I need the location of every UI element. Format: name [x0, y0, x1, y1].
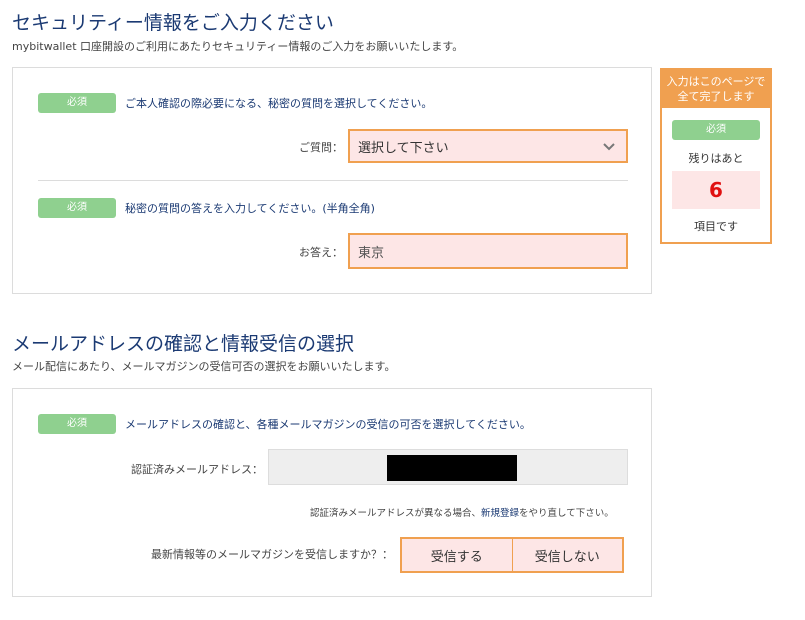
question-label: ご質問：	[299, 141, 343, 154]
newsletter-question: 最新情報等のメールマガジンを受信しますか？：	[151, 548, 393, 561]
verified-email-field	[268, 449, 628, 485]
remaining-suffix: 項目です	[694, 220, 738, 233]
progress-sidebar: 入力はこのページで全て完了します 必須 残りはあと 6 項目です	[660, 68, 772, 244]
email-title: メールアドレスの確認と情報受信の選択	[12, 333, 355, 355]
verified-email-label: 認証済みメールアドレス：	[131, 463, 263, 476]
answer-instruction: 秘密の質問の答えを入力してください。(半角全角)	[125, 202, 375, 215]
secret-question-select-value: 選択して下さい	[358, 140, 449, 156]
email-card: 必須 メールアドレスの確認と、各種メールマガジンの受信の可否を選択してください。…	[12, 388, 652, 597]
redacted-email	[387, 455, 517, 481]
sidebar-header: 入力はこのページで全て完了します	[662, 70, 770, 108]
answer-label: お答え：	[299, 246, 343, 259]
security-title: セキュリティー情報をご入力ください	[12, 12, 334, 34]
decline-newsletter-button[interactable]: 受信しない	[511, 539, 623, 571]
question-instruction: ご本人確認の際必要になる、秘密の質問を選択してください。	[125, 97, 433, 110]
security-card: 必須 ご本人確認の際必要になる、秘密の質問を選択してください。 ご質問： 選択し…	[12, 67, 652, 294]
email-subtitle: メール配信にあたり、メールマガジンの受信可否の選択をお願いいたします。	[12, 360, 396, 373]
security-subtitle: mybitwallet 口座開設のご利用にあたりセキュリティー情報のご入力をお願…	[12, 40, 464, 53]
re-register-note: 認証済みメールアドレスが異なる場合、新規登録をやり直して下さい。	[310, 505, 614, 519]
sidebar-required-badge: 必須	[672, 120, 760, 140]
answer-required-badge: 必須	[38, 198, 116, 218]
remaining-count: 6	[672, 171, 760, 209]
email-required-badge: 必須	[38, 414, 116, 434]
question-required-badge: 必須	[38, 93, 116, 113]
section-divider	[38, 180, 628, 181]
chevron-down-icon	[603, 143, 615, 151]
remaining-label: 残りはあと	[688, 152, 744, 165]
secret-answer-input[interactable]: 東京	[348, 233, 628, 269]
secret-answer-value: 東京	[358, 245, 385, 261]
email-instruction: メールアドレスの確認と、各種メールマガジンの受信の可否を選択してください。	[125, 418, 531, 431]
re-register-note-after: をやり直して下さい。	[519, 508, 614, 519]
new-registration-link[interactable]: 新規登録	[481, 508, 519, 519]
newsletter-toggle: 受信する 受信しない	[400, 537, 624, 573]
receive-newsletter-button[interactable]: 受信する	[402, 539, 512, 571]
re-register-note-before: 認証済みメールアドレスが異なる場合、	[310, 508, 482, 519]
secret-question-select[interactable]: 選択して下さい	[348, 129, 628, 163]
